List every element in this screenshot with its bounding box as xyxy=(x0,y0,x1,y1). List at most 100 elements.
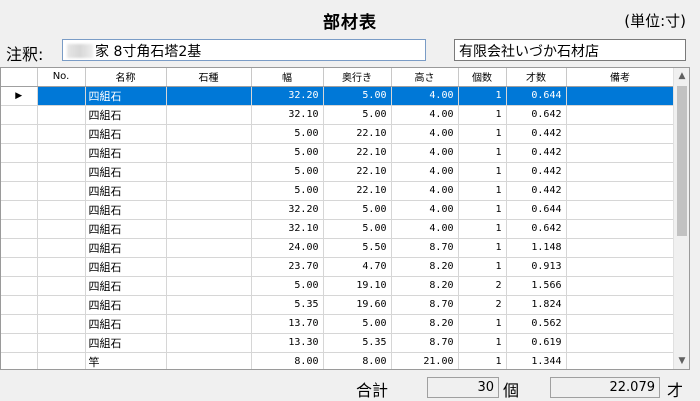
cell-no[interactable] xyxy=(37,162,86,182)
cell-no[interactable] xyxy=(37,219,86,239)
cell-note[interactable] xyxy=(566,238,675,258)
cell-count[interactable]: 1 xyxy=(458,314,507,334)
row-selector[interactable] xyxy=(1,219,38,239)
cell-sai[interactable]: 0.442 xyxy=(506,124,567,144)
cell-depth[interactable]: 5.00 xyxy=(323,105,392,125)
cell-height[interactable]: 4.00 xyxy=(391,143,459,163)
cell-height[interactable]: 8.70 xyxy=(391,295,459,315)
vertical-scrollbar[interactable]: ▲ ▼ xyxy=(673,68,689,369)
cell-no[interactable] xyxy=(37,86,86,106)
cell-height[interactable]: 8.70 xyxy=(391,333,459,353)
chevron-up-icon[interactable]: ▲ xyxy=(674,68,689,84)
cell-name[interactable]: 四組石 xyxy=(85,219,167,239)
cell-count[interactable]: 1 xyxy=(458,257,507,277)
column-header-no[interactable]: No. xyxy=(37,68,86,87)
cell-height[interactable]: 8.70 xyxy=(391,238,459,258)
cell-depth[interactable]: 19.60 xyxy=(323,295,392,315)
triangle-right-icon[interactable]: ▶ xyxy=(1,86,38,106)
cell-no[interactable] xyxy=(37,238,86,258)
cell-width[interactable]: 5.35 xyxy=(251,295,324,315)
cell-sai[interactable]: 0.644 xyxy=(506,200,567,220)
cell-no[interactable] xyxy=(37,200,86,220)
cell-no[interactable] xyxy=(37,105,86,125)
table-row[interactable]: 四組石 23.70 4.70 8.20 1 0.913 xyxy=(1,257,675,277)
cell-note[interactable] xyxy=(566,257,675,277)
cell-width[interactable]: 5.00 xyxy=(251,143,324,163)
cell-no[interactable] xyxy=(37,314,86,334)
cell-stone[interactable] xyxy=(166,276,252,296)
cell-name[interactable]: 四組石 xyxy=(85,105,167,125)
cell-width[interactable]: 13.70 xyxy=(251,314,324,334)
cell-no[interactable] xyxy=(37,276,86,296)
cell-stone[interactable] xyxy=(166,162,252,182)
cell-sai[interactable]: 0.562 xyxy=(506,314,567,334)
cell-depth[interactable]: 5.50 xyxy=(323,238,392,258)
table-row[interactable]: 四組石 5.35 19.60 8.70 2 1.824 xyxy=(1,295,675,315)
row-selector[interactable] xyxy=(1,333,38,353)
cell-note[interactable] xyxy=(566,352,675,369)
column-header-depth[interactable]: 奥行き xyxy=(323,68,392,87)
cell-name[interactable]: 四組石 xyxy=(85,295,167,315)
cell-count[interactable]: 1 xyxy=(458,105,507,125)
cell-name[interactable]: 四組石 xyxy=(85,143,167,163)
cell-note[interactable] xyxy=(566,143,675,163)
table-row[interactable]: 四組石 32.20 5.00 4.00 1 0.644 xyxy=(1,200,675,220)
cell-name[interactable]: 四組石 xyxy=(85,276,167,296)
cell-stone[interactable] xyxy=(166,181,252,201)
cell-sai[interactable]: 0.442 xyxy=(506,181,567,201)
cell-depth[interactable]: 5.00 xyxy=(323,219,392,239)
table-row[interactable]: ▶ 四組石 32.20 5.00 4.00 1 0.644 xyxy=(1,86,675,106)
cell-note[interactable] xyxy=(566,200,675,220)
company-field[interactable]: 有限会社いづか石材店 xyxy=(454,39,686,61)
cell-sai[interactable]: 1.566 xyxy=(506,276,567,296)
row-selector[interactable] xyxy=(1,314,38,334)
cell-sai[interactable]: 0.642 xyxy=(506,219,567,239)
cell-note[interactable] xyxy=(566,105,675,125)
table-row[interactable]: 四組石 5.00 22.10 4.00 1 0.442 xyxy=(1,124,675,144)
cell-width[interactable]: 8.00 xyxy=(251,352,324,369)
cell-height[interactable]: 8.20 xyxy=(391,257,459,277)
cell-width[interactable]: 5.00 xyxy=(251,181,324,201)
cell-no[interactable] xyxy=(37,352,86,369)
cell-sai[interactable]: 0.442 xyxy=(506,162,567,182)
table-row[interactable]: 四組石 24.00 5.50 8.70 1 1.148 xyxy=(1,238,675,258)
cell-sai[interactable]: 0.619 xyxy=(506,333,567,353)
cell-height[interactable]: 4.00 xyxy=(391,124,459,144)
cell-depth[interactable]: 22.10 xyxy=(323,124,392,144)
cell-height[interactable]: 4.00 xyxy=(391,181,459,201)
cell-sai[interactable]: 0.642 xyxy=(506,105,567,125)
cell-name[interactable]: 四組石 xyxy=(85,238,167,258)
cell-sai[interactable]: 0.644 xyxy=(506,86,567,106)
cell-sai[interactable]: 1.148 xyxy=(506,238,567,258)
table-row[interactable]: 四組石 5.00 19.10 8.20 2 1.566 xyxy=(1,276,675,296)
cell-stone[interactable] xyxy=(166,314,252,334)
cell-depth[interactable]: 22.10 xyxy=(323,143,392,163)
cell-count[interactable]: 1 xyxy=(458,219,507,239)
cell-sai[interactable]: 0.442 xyxy=(506,143,567,163)
row-selector[interactable] xyxy=(1,295,38,315)
cell-width[interactable]: 32.10 xyxy=(251,219,324,239)
cell-width[interactable]: 5.00 xyxy=(251,276,324,296)
cell-name[interactable]: 四組石 xyxy=(85,257,167,277)
cell-depth[interactable]: 22.10 xyxy=(323,162,392,182)
table-row[interactable]: 四組石 13.30 5.35 8.70 1 0.619 xyxy=(1,333,675,353)
cell-depth[interactable]: 5.00 xyxy=(323,314,392,334)
cell-no[interactable] xyxy=(37,257,86,277)
cell-stone[interactable] xyxy=(166,238,252,258)
cell-note[interactable] xyxy=(566,181,675,201)
cell-note[interactable] xyxy=(566,219,675,239)
table-row[interactable]: 四組石 5.00 22.10 4.00 1 0.442 xyxy=(1,162,675,182)
cell-count[interactable]: 1 xyxy=(458,143,507,163)
table-row[interactable]: 四組石 32.10 5.00 4.00 1 0.642 xyxy=(1,219,675,239)
cell-note[interactable] xyxy=(566,162,675,182)
cell-width[interactable]: 32.10 xyxy=(251,105,324,125)
column-header-count[interactable]: 個数 xyxy=(458,68,507,87)
cell-count[interactable]: 2 xyxy=(458,295,507,315)
cell-stone[interactable] xyxy=(166,200,252,220)
cell-stone[interactable] xyxy=(166,124,252,144)
column-header-sai[interactable]: 才数 xyxy=(506,68,567,87)
cell-depth[interactable]: 5.35 xyxy=(323,333,392,353)
cell-sai[interactable]: 1.824 xyxy=(506,295,567,315)
note-field[interactable]: 家 8寸角石塔2基 xyxy=(62,39,426,61)
cell-depth[interactable]: 5.00 xyxy=(323,86,392,106)
